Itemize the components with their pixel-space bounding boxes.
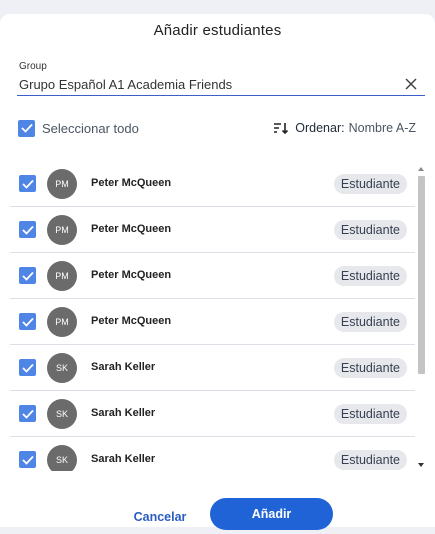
role-badge: Estudiante [333, 174, 407, 194]
scroll-up-arrow[interactable] [418, 167, 424, 171]
group-value[interactable]: Grupo Español A1 Academia Friends [19, 77, 232, 92]
avatar: SK [47, 445, 77, 471]
add-button[interactable]: Añadir [210, 498, 333, 530]
student-checkbox[interactable] [19, 221, 36, 238]
student-row[interactable]: PM Peter McQueen Estudiante [10, 161, 415, 207]
group-field[interactable]: Grupo Español A1 Academia Friends [17, 74, 425, 96]
student-row[interactable]: PM Peter McQueen Estudiante [10, 253, 415, 299]
list-scrollbar[interactable] [416, 164, 426, 472]
student-checkbox[interactable] [19, 359, 36, 376]
check-icon [21, 317, 34, 327]
avatar: SK [47, 353, 77, 383]
student-row[interactable]: PM Peter McQueen Estudiante [10, 207, 415, 253]
check-icon [21, 225, 34, 235]
student-checkbox[interactable] [19, 175, 36, 192]
cancel-button[interactable]: Cancelar [110, 502, 210, 532]
add-students-dialog: Añadir estudiantes Group Grupo Español A… [0, 14, 435, 530]
student-checkbox[interactable] [19, 405, 36, 422]
check-icon [21, 363, 34, 373]
sort-icon [274, 123, 289, 135]
check-icon [21, 271, 34, 281]
check-icon [21, 179, 34, 189]
avatar: SK [47, 399, 77, 429]
sort-control[interactable]: Ordenar: Nombre A-Z [273, 119, 416, 137]
select-all[interactable]: Seleccionar todo [18, 119, 139, 137]
group-label: Group [19, 61, 47, 72]
role-badge: Estudiante [333, 404, 407, 424]
select-all-checkbox[interactable] [18, 119, 35, 137]
scroll-down-arrow[interactable] [418, 463, 424, 467]
check-icon [21, 455, 34, 465]
dialog-footer: Cancelar Añadir [0, 498, 435, 534]
sort-value: Nombre A-Z [348, 121, 416, 135]
check-icon [21, 409, 34, 419]
sort-label: Ordenar: [295, 121, 345, 135]
close-icon[interactable] [403, 76, 419, 92]
student-name: Sarah Keller [91, 361, 156, 373]
role-badge: Estudiante [333, 220, 407, 240]
student-name: Sarah Keller [91, 453, 156, 465]
check-icon [20, 123, 33, 133]
student-name: Sarah Keller [91, 407, 156, 419]
avatar: PM [47, 307, 77, 337]
student-list: PM Peter McQueen Estudiante PM Peter McQueen… [10, 161, 415, 471]
student-checkbox[interactable] [19, 451, 36, 468]
student-row[interactable]: SK Sarah Keller Estudiante [10, 391, 415, 437]
avatar: PM [47, 261, 77, 291]
student-name: Peter McQueen [91, 177, 172, 189]
role-badge: Estudiante [333, 266, 407, 286]
student-name: Peter McQueen [91, 269, 172, 281]
dialog-title: Añadir estudiantes [153, 22, 282, 39]
student-name: Peter McQueen [91, 315, 172, 327]
student-checkbox[interactable] [19, 313, 36, 330]
avatar: PM [47, 215, 77, 245]
student-name: Peter McQueen [91, 223, 172, 235]
scroll-thumb[interactable] [418, 176, 425, 374]
avatar: PM [47, 169, 77, 199]
student-row[interactable]: SK Sarah Keller Estudiante [10, 437, 415, 471]
role-badge: Estudiante [333, 358, 407, 378]
role-badge: Estudiante [333, 450, 407, 470]
select-all-label: Seleccionar todo [42, 120, 139, 136]
role-badge: Estudiante [333, 312, 407, 332]
student-row[interactable]: PM Peter McQueen Estudiante [10, 299, 415, 345]
student-row[interactable]: SK Sarah Keller Estudiante [10, 345, 415, 391]
student-checkbox[interactable] [19, 267, 36, 284]
